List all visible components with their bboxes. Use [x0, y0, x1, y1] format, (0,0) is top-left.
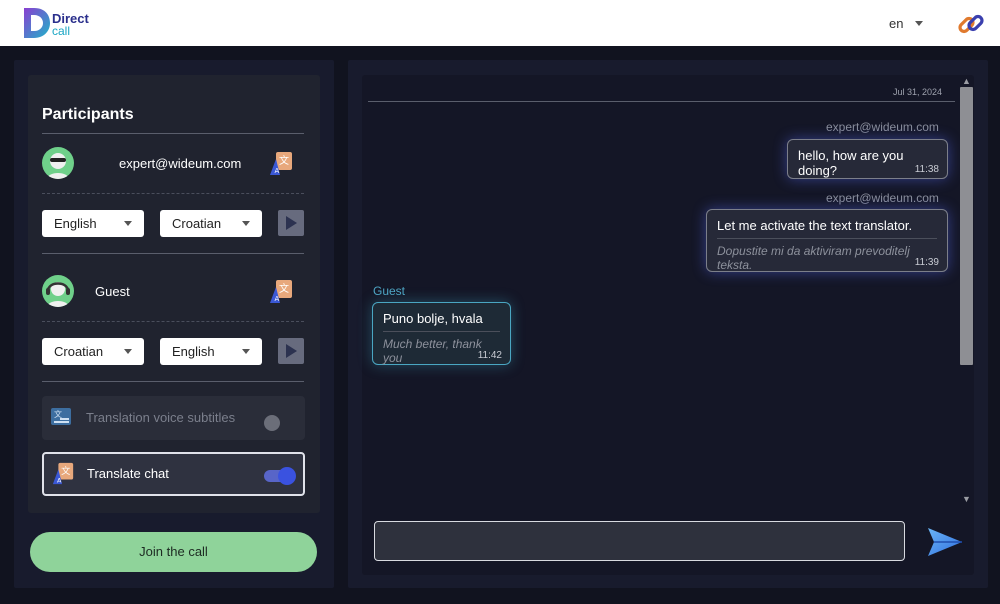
from-language-select-expert[interactable]: English — [42, 210, 144, 237]
message-text: Puno bolje, hvala — [383, 311, 483, 326]
translate-chat-label: Translate chat — [87, 466, 169, 481]
chevron-down-icon — [242, 221, 250, 226]
join-call-button[interactable]: Join the call — [30, 532, 317, 572]
chat-scrollbar-thumb[interactable] — [960, 87, 973, 365]
select-value: Croatian — [54, 344, 104, 359]
chevron-down-icon — [124, 221, 132, 226]
dashed-divider — [42, 321, 304, 322]
chevron-down-icon — [242, 349, 250, 354]
message-sender: expert@wideum.com — [826, 120, 939, 134]
switch-knob — [278, 467, 296, 485]
select-value: English — [172, 344, 215, 359]
user-avatar-icon — [46, 282, 70, 307]
language-selector[interactable]: en — [889, 16, 903, 31]
svg-text:文: 文 — [54, 409, 62, 419]
divider — [42, 253, 304, 254]
send-icon[interactable] — [926, 526, 964, 558]
chat-message-outgoing: Let me activate the text translator. Dop… — [706, 209, 948, 272]
svg-text:文: 文 — [279, 154, 289, 167]
from-language-select-guest[interactable]: Croatian — [42, 338, 144, 365]
message-time: 11:38 — [914, 164, 939, 175]
svg-text:A: A — [275, 295, 280, 303]
direct-call-logo-icon — [24, 8, 50, 38]
message-text: Let me activate the text translator. — [717, 218, 913, 233]
divider — [42, 381, 304, 382]
voice-subtitles-toggle-row[interactable]: 文 Translation voice subtitles — [42, 396, 305, 440]
participants-title: Participants — [42, 106, 134, 123]
voice-subtitles-switch[interactable] — [264, 415, 280, 431]
chevron-down-icon[interactable] — [915, 21, 923, 26]
brand-name: Direct call — [52, 12, 89, 38]
chat-message-outgoing: hello, how are you doing? 11:38 — [787, 139, 948, 179]
message-translation: Dopustite mi da aktiviram prevoditelj te… — [717, 238, 937, 272]
message-sender: expert@wideum.com — [826, 191, 939, 205]
avatar-expert — [42, 147, 74, 179]
chevron-down-icon — [124, 349, 132, 354]
svg-text:文: 文 — [61, 465, 70, 477]
scroll-up-icon[interactable]: ▲ — [962, 76, 971, 86]
translate-icon: 文 A — [52, 462, 74, 484]
divider — [42, 133, 304, 134]
link-icon[interactable] — [955, 8, 987, 40]
dashed-divider — [42, 193, 304, 194]
to-language-select-expert[interactable]: Croatian — [160, 210, 262, 237]
translate-icon[interactable]: 文 A — [268, 151, 294, 177]
svg-text:A: A — [275, 167, 280, 175]
message-time: 11:42 — [477, 350, 502, 361]
message-time: 11:39 — [914, 257, 939, 268]
scroll-down-icon[interactable]: ▼ — [962, 494, 971, 504]
translate-icon[interactable]: 文 A — [268, 279, 294, 305]
avatar-guest — [42, 275, 74, 307]
participant-name-expert: expert@wideum.com — [119, 156, 242, 171]
message-input[interactable] — [374, 521, 905, 561]
user-avatar-icon — [47, 153, 69, 179]
svg-text:A: A — [57, 476, 62, 484]
message-sender: Guest — [373, 284, 406, 298]
play-icon[interactable] — [278, 338, 304, 364]
top-header: Direct call en — [0, 0, 1000, 46]
select-value: English — [54, 216, 97, 231]
translate-chat-toggle-row[interactable]: 文 A Translate chat — [42, 452, 305, 496]
to-language-select-guest[interactable]: English — [160, 338, 262, 365]
svg-text:文: 文 — [279, 282, 289, 295]
select-value: Croatian — [172, 216, 222, 231]
play-icon[interactable] — [278, 210, 304, 236]
subtitles-icon: 文 — [51, 408, 71, 425]
chat-message-incoming: Puno bolje, hvala Much better, thank you… — [372, 302, 511, 365]
date-divider — [368, 101, 955, 102]
participant-name-guest: Guest — [95, 284, 130, 299]
brand-line2: call — [52, 24, 71, 38]
chat-date: Jul 31, 2024 — [893, 87, 943, 97]
translate-chat-switch[interactable] — [264, 467, 296, 485]
voice-subtitles-label: Translation voice subtitles — [86, 410, 236, 425]
